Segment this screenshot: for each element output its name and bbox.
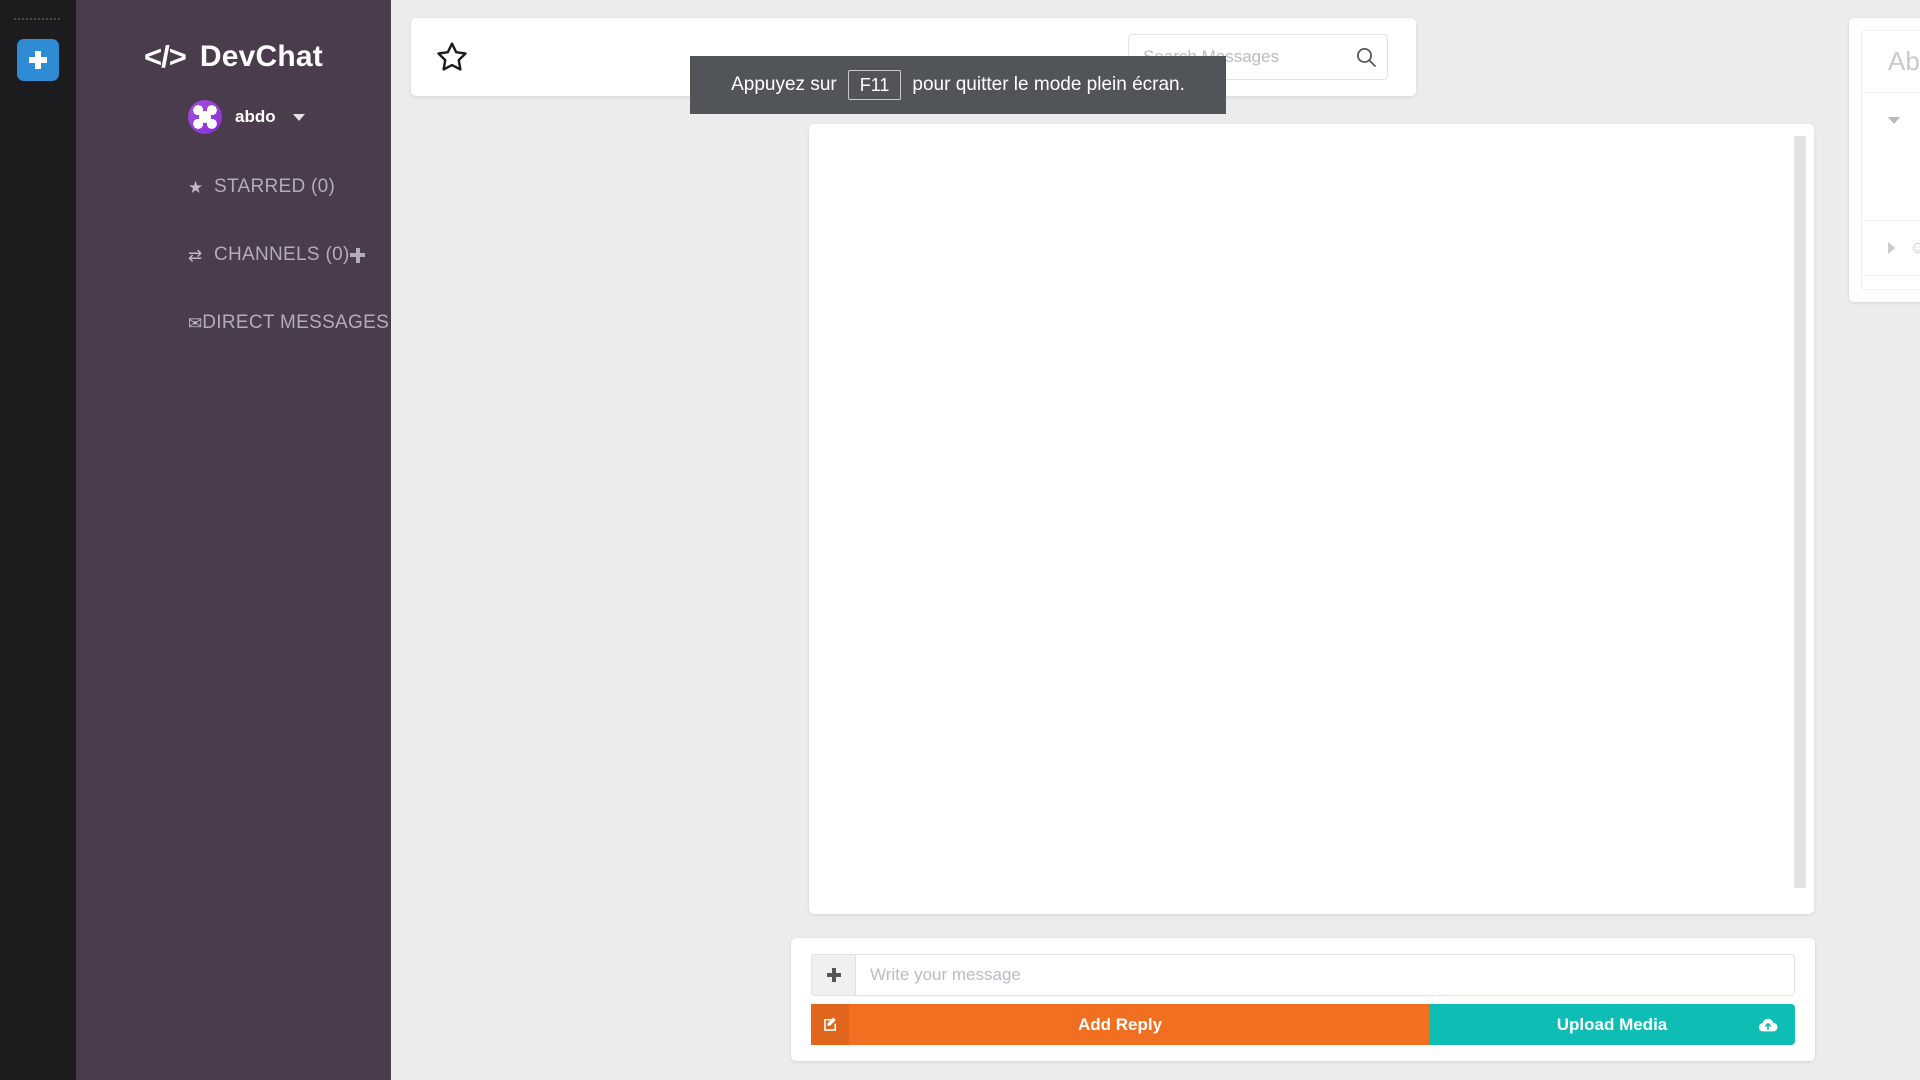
sidebar-section-label: DIRECT MESSAGES (0) [202,312,419,333]
accordion-item-created-by[interactable]: ✎ Created By [1862,276,1920,289]
plus-icon [826,968,841,982]
message-list [809,124,1814,914]
compose-row [811,954,1795,996]
sidebar-section-label: STARRED (0) [214,176,336,197]
app-title: DevChat [199,40,323,73]
search-button[interactable] [1354,45,1378,69]
workspace-rail [0,0,76,1080]
upload-media-button[interactable]: Upload Media [1429,1004,1795,1045]
sidebar-section-starred[interactable]: ★ STARRED (0) [76,172,391,202]
star-icon: ★ [188,177,204,197]
main-area: Add Reply Upload Media About # [391,0,1920,1080]
user-circle-icon: ☺ [1908,238,1920,258]
composer-actions: Add Reply Upload Media [811,1004,1795,1045]
add-reply-label: Add Reply [1077,1014,1163,1034]
fullscreen-toast-text-before: Appuyez sur [731,74,837,95]
compose-pencil-icon [811,1004,849,1045]
channel-details-body [1862,147,1920,221]
accordion-item-channel-details[interactable]: ℹ Channel Details [1862,93,1920,147]
envelope-icon: ✉ [188,313,203,333]
info-icon: ℹ [1913,110,1920,130]
exchange-icon: ⇄ [188,245,203,265]
search-icon [1357,48,1376,67]
code-brackets-icon: </> [144,39,187,74]
upload-media-label: Upload Media [1556,1014,1668,1034]
chevron-right-icon [1888,242,1895,254]
rail-divider [14,18,62,20]
fullscreen-toast-key: F11 [847,70,902,100]
sidebar-section-channels[interactable]: ⇄ CHANNELS (0) [76,240,391,270]
add-channel-button[interactable] [350,247,365,263]
accordion-item-top-posters[interactable]: ☺ Top Posters [1862,221,1920,275]
avatar [188,100,222,134]
sidebar-section-direct-messages[interactable]: ✉ DIRECT MESSAGES (0) [76,308,418,338]
app-root: </> DevChat abdo ★ STARRED (0) ⇄ CHANNEL… [0,0,1920,1080]
fullscreen-toast: Appuyez sur F11 pour quitter le mode ple… [690,56,1226,114]
about-panel: About # ℹ Channel Details ☺ Top Posters [1849,18,1920,302]
sidebar-section-label: CHANNELS (0) [214,244,350,265]
message-composer: Add Reply Upload Media [791,938,1815,1061]
plus-icon [29,51,47,69]
add-reply-button[interactable]: Add Reply [811,1004,1429,1045]
cloud-upload-icon [1757,1014,1779,1036]
chevron-down-icon [292,113,305,121]
sidebar: </> DevChat abdo ★ STARRED (0) ⇄ CHANNEL… [76,0,418,1080]
brand: </> DevChat [76,30,391,84]
add-workspace-button[interactable] [17,39,59,81]
about-panel-inner: About # ℹ Channel Details ☺ Top Posters [1861,30,1920,290]
message-input[interactable] [855,954,1795,996]
chevron-down-icon [1888,116,1900,124]
message-list-scrollbar[interactable] [1794,136,1806,888]
star-outline-icon[interactable] [435,40,469,74]
attach-button[interactable] [811,954,855,996]
user-name: abdo [235,107,276,126]
user-menu[interactable]: abdo [76,100,391,134]
fullscreen-toast-text-after: pour quitter le mode plein écran. [912,74,1185,95]
about-panel-title: About # [1862,31,1920,93]
